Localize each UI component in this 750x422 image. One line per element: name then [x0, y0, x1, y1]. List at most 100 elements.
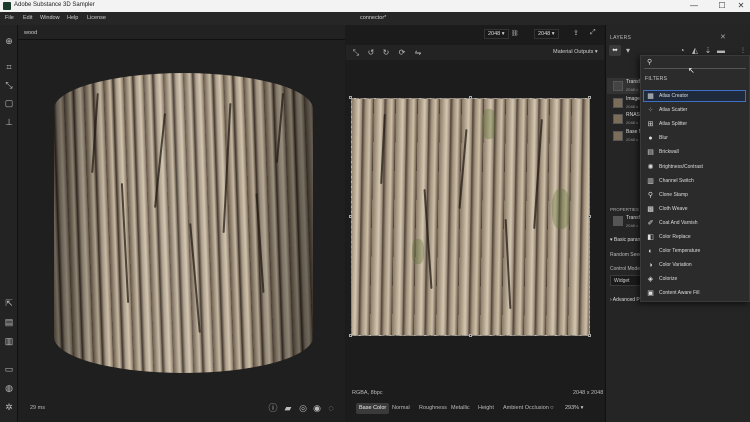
color-temperature-icon: ◐	[648, 247, 653, 255]
share-icon[interactable]: ◍	[4, 383, 14, 393]
control-mode-label: Control Mode	[610, 266, 641, 272]
properties-layer-size: 2048 x	[626, 223, 639, 228]
handle-top-left[interactable]	[349, 96, 352, 99]
rotate-icon[interactable]: ⟳	[397, 48, 407, 58]
menu-edit[interactable]: Edit	[23, 15, 32, 21]
handle-top[interactable]	[469, 96, 472, 99]
maximize-button[interactable]: ☐	[714, 1, 730, 10]
filter-item-label: Clone Stamp	[659, 192, 688, 198]
filter-item-label: Channel Switch	[659, 178, 694, 184]
atlas-splitter-icon: ⊞	[647, 120, 654, 128]
crop-icon[interactable]: ⌗	[4, 62, 14, 72]
filter-item-label: Content Aware Fill	[659, 290, 700, 296]
layer-name: RNAS	[626, 112, 640, 118]
properties-layer-thumbnail	[613, 216, 623, 226]
environment-icon[interactable]: ◎	[298, 403, 308, 413]
output-selector[interactable]: Material Outputs ▾	[553, 49, 598, 55]
filter-search-input[interactable]	[644, 58, 746, 69]
menu-help[interactable]: Help	[67, 15, 78, 21]
filter-item-label: Atlas Scatter	[659, 107, 688, 113]
filter-item-label: Brickwall	[659, 149, 679, 155]
more-icon[interactable]: ⋮	[740, 47, 746, 54]
comment-icon[interactable]: ▭	[4, 364, 14, 374]
app-logo-icon	[3, 2, 11, 10]
channel-normal[interactable]: Normal	[389, 403, 413, 414]
fullscreen-icon[interactable]: ⤢	[590, 29, 596, 37]
handle-bottom[interactable]	[469, 334, 472, 337]
fit-icon[interactable]: ⤡	[351, 48, 361, 58]
texture-preview[interactable]	[351, 98, 590, 336]
info-icon[interactable]: ⓘ	[268, 403, 278, 413]
material-preview-cylinder[interactable]	[54, 73, 313, 373]
blur-icon: ●	[648, 134, 653, 142]
channel-metallic[interactable]: Metallic	[448, 403, 473, 414]
menu-window[interactable]: Window	[40, 15, 60, 21]
output-selector-label: Material Outputs	[553, 49, 594, 55]
document-title: connector*	[360, 15, 387, 21]
format-info: RGBA, 8bpc	[352, 390, 383, 396]
menu-license[interactable]: License	[87, 15, 106, 21]
assets-icon[interactable]: ▥	[4, 336, 14, 346]
handle-left[interactable]	[349, 215, 352, 218]
settings-gear-icon[interactable]: ✲	[4, 402, 14, 412]
minimize-button[interactable]: —	[686, 1, 702, 10]
export-icon[interactable]: ⇱	[4, 298, 14, 308]
handle-right[interactable]	[588, 215, 591, 218]
rotate-left-icon[interactable]: ↺	[366, 48, 376, 58]
add-layer-icon[interactable]: ⬌	[609, 45, 621, 56]
camera-icon[interactable]: ▰	[283, 403, 293, 413]
resolution-width-value: 2048	[488, 31, 501, 37]
zoom-out-icon[interactable]: ○	[550, 403, 554, 414]
frame-icon[interactable]: ▢	[4, 98, 14, 108]
resolution-height-value: 2048	[538, 31, 551, 37]
channel-base-color[interactable]: Base Color	[356, 403, 390, 414]
share-screen-icon[interactable]: ⇪	[573, 29, 579, 37]
atlas-creator-icon: ▦	[647, 92, 654, 100]
filter-item-label: Color Variation	[659, 262, 692, 268]
zoom-value: 293%	[565, 405, 580, 411]
handle-bottom-left[interactable]	[349, 334, 352, 337]
shading-icon[interactable]: ◉	[312, 403, 322, 413]
channel-roughness[interactable]: Roughness	[416, 403, 450, 414]
layer-thumbnail	[613, 131, 623, 141]
resolution-height-select[interactable]: 2048 ▾	[534, 29, 559, 39]
filters-title: FILTERS	[645, 76, 668, 82]
filter-item-label: Cloth Weave	[659, 206, 688, 212]
handle-top-right[interactable]	[588, 96, 591, 99]
panel-close-icon[interactable]: ✕	[720, 33, 726, 41]
window-title: Adobe Substance 3D Sampler	[14, 2, 95, 8]
resolution-width-select[interactable]: 2048 ▾	[484, 29, 509, 39]
layer-size: 2048 x	[626, 87, 639, 92]
channel-height[interactable]: Height	[475, 403, 497, 414]
rotate-right-icon[interactable]: ↻	[381, 48, 391, 58]
close-button[interactable]: ✕	[733, 1, 749, 10]
handle-bottom-right[interactable]	[588, 334, 591, 337]
layer-size: 2048 x	[626, 104, 639, 109]
flip-icon[interactable]: ⇋	[413, 48, 423, 58]
add-icon[interactable]: ⊕	[4, 36, 14, 46]
channel-switch-icon: ▥	[647, 177, 654, 185]
link-icon[interactable]: ⛓	[511, 30, 519, 37]
layer-dropdown-icon[interactable]: ▾	[623, 46, 633, 56]
filter-item-label: Colorize	[659, 276, 678, 282]
advanced-parameters-section[interactable]: › Advanced P	[610, 297, 640, 303]
size-info: 2048 x 2048	[573, 390, 604, 396]
material-name: wood	[24, 30, 38, 36]
random-seed-label: Random Seed	[610, 252, 642, 258]
content-aware-fill-icon: ▣	[647, 289, 654, 297]
layer-size: 2048 x	[626, 137, 639, 142]
color-variation-icon: ◑	[648, 261, 653, 269]
stamp-icon[interactable]: ⊥	[4, 117, 14, 127]
layer-size: 2048 x	[626, 120, 639, 125]
channel-ambient-occlusion[interactable]: Ambient Occlusion	[500, 403, 552, 414]
control-mode-select[interactable]: Widget	[610, 275, 642, 286]
filter-item-label: Brightness/Contrast	[659, 164, 703, 170]
zoom-level[interactable]: 293% ▾	[565, 403, 583, 414]
title-bar: Adobe Substance 3D Sampler — ☐ ✕	[0, 0, 750, 12]
advanced-parameters-label: Advanced P	[612, 297, 640, 303]
lighting-icon[interactable]: ◌	[326, 403, 336, 413]
library-icon[interactable]: ▤	[4, 317, 14, 327]
menu-file[interactable]: File	[5, 15, 14, 21]
layer-thumbnail	[613, 81, 623, 91]
transform-icon[interactable]: ⤡	[4, 80, 14, 90]
